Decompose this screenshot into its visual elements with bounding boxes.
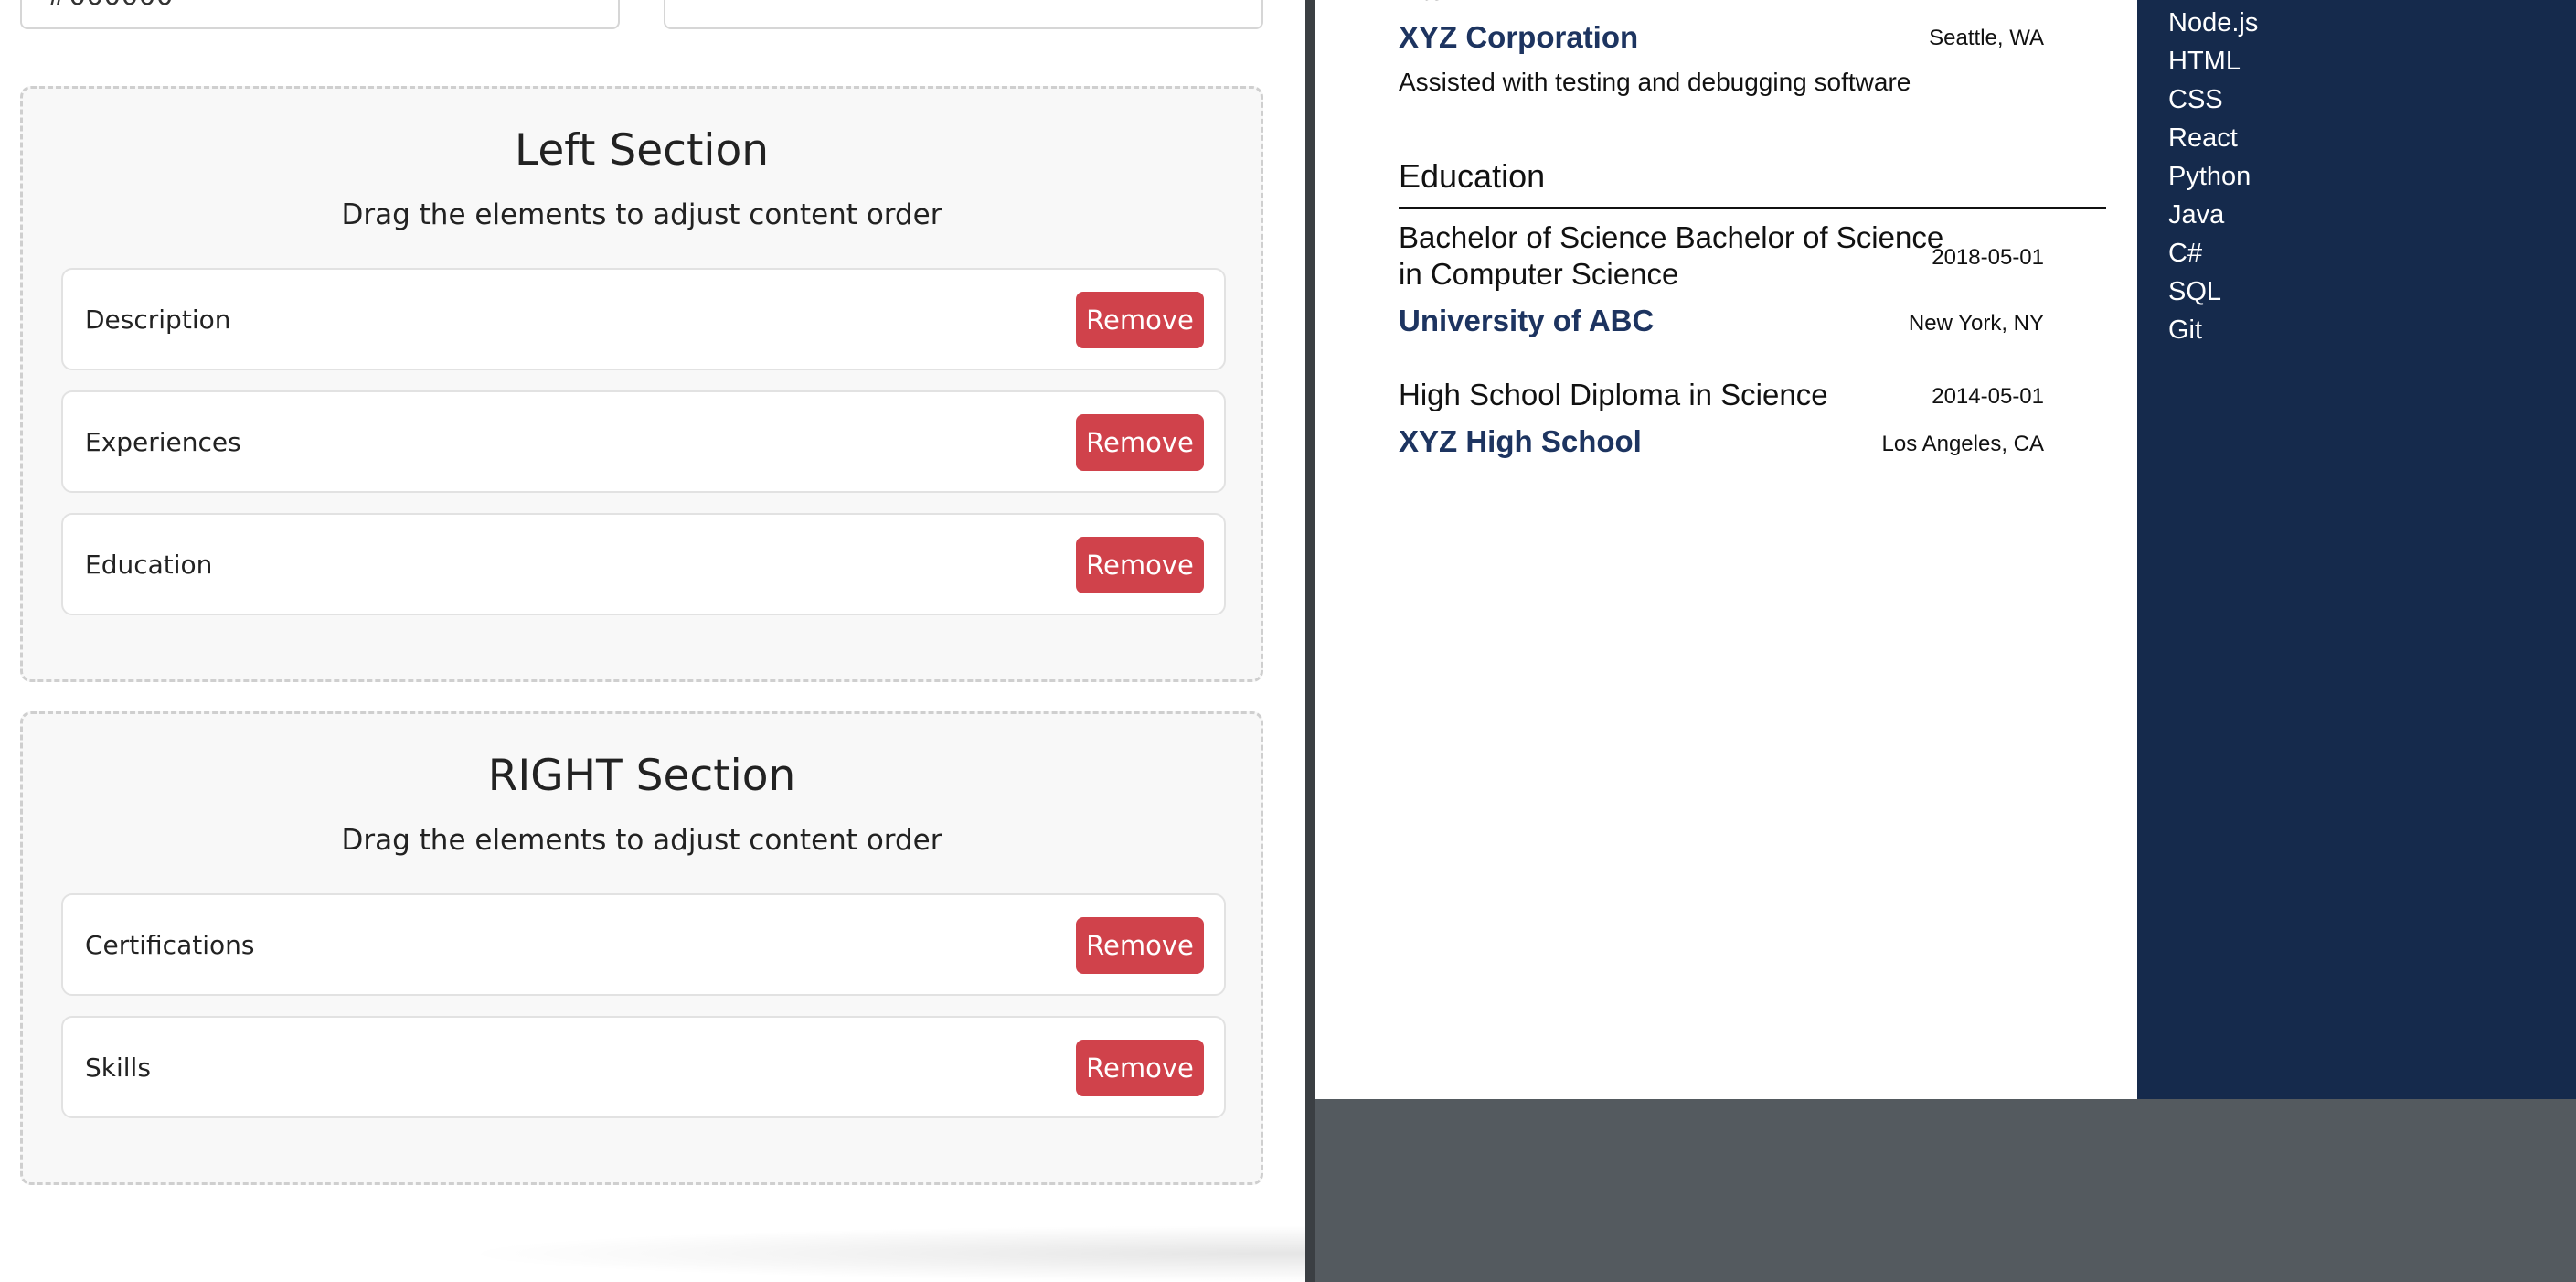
right-section-subtitle: Drag the elements to adjust content orde…: [341, 824, 942, 857]
education-degree: High School Diploma in Science: [1399, 378, 1828, 411]
skills-list: Node.js HTML CSS React Python Java C# SQ…: [2168, 4, 2258, 349]
experience-location: Seattle, WA: [1929, 26, 2044, 50]
education-location: Los Angeles, CA: [1881, 432, 2044, 456]
experience-title: Intern: [1399, 0, 1469, 7]
experience-description: Assisted with testing and debugging soft…: [1399, 68, 1911, 96]
text-input[interactable]: [664, 0, 1263, 29]
remove-button[interactable]: Remove: [1076, 292, 1204, 348]
education-date: 2018-05-01: [1932, 245, 2044, 270]
item-label: Experiences: [85, 427, 241, 457]
skill-item: HTML: [2168, 47, 2241, 76]
experience-organization: XYZ Corporation: [1399, 20, 1639, 54]
remove-button[interactable]: Remove: [1076, 917, 1204, 974]
draggable-item-description[interactable]: Description Remove: [61, 268, 1226, 370]
draggable-item-skills[interactable]: Skills Remove: [61, 1016, 1226, 1118]
right-section-title: RIGHT Section: [487, 751, 796, 801]
color-input[interactable]: #000000: [20, 0, 620, 29]
item-label: Education: [85, 550, 213, 580]
item-label: Skills: [85, 1052, 151, 1083]
education-school: XYZ High School: [1399, 424, 1642, 458]
resume-page: Intern XYZ Corporation Seattle, WA Assis…: [1315, 0, 2137, 1099]
draggable-item-education[interactable]: Education Remove: [61, 513, 1226, 615]
item-label: Certifications: [85, 930, 255, 960]
skill-item: Java: [2168, 200, 2225, 230]
remove-button[interactable]: Remove: [1076, 1040, 1204, 1096]
education-location: New York, NY: [1908, 311, 2044, 336]
remove-button[interactable]: Remove: [1076, 537, 1204, 593]
skill-item: SQL: [2168, 277, 2222, 306]
education-school: University of ABC: [1399, 304, 1655, 337]
item-label: Description: [85, 304, 231, 335]
left-section-title: Left Section: [515, 125, 769, 176]
skill-item: Git: [2168, 315, 2203, 345]
resume-editor-panel: #000000 Left Section Drag the elements t…: [0, 0, 2102, 1282]
skill-item: CSS: [2168, 85, 2223, 114]
education-date: 2014-05-01: [1932, 384, 2044, 409]
left-section-subtitle: Drag the elements to adjust content orde…: [341, 198, 942, 231]
education-divider: [1399, 207, 2106, 209]
right-section-dropzone[interactable]: RIGHT Section Drag the elements to adjus…: [20, 711, 1263, 1185]
skill-item: Node.js: [2168, 8, 2259, 37]
skill-item: C#: [2168, 239, 2203, 268]
skill-item: Python: [2168, 162, 2251, 191]
panel-divider[interactable]: [1305, 0, 1315, 1282]
resume-skills-sidebar: Node.js HTML CSS React Python Java C# SQ…: [2137, 0, 2576, 1099]
color-input-value: #000000: [46, 0, 174, 12]
skill-item: React: [2168, 123, 2238, 153]
draggable-item-certifications[interactable]: Certifications Remove: [61, 893, 1226, 996]
education-degree: Bachelor of Science Bachelor of Science …: [1399, 220, 1944, 291]
left-section-dropzone[interactable]: Left Section Drag the elements to adjust…: [20, 86, 1263, 682]
remove-button[interactable]: Remove: [1076, 414, 1204, 471]
draggable-item-experiences[interactable]: Experiences Remove: [61, 390, 1226, 493]
education-heading: Education: [1399, 157, 1546, 195]
